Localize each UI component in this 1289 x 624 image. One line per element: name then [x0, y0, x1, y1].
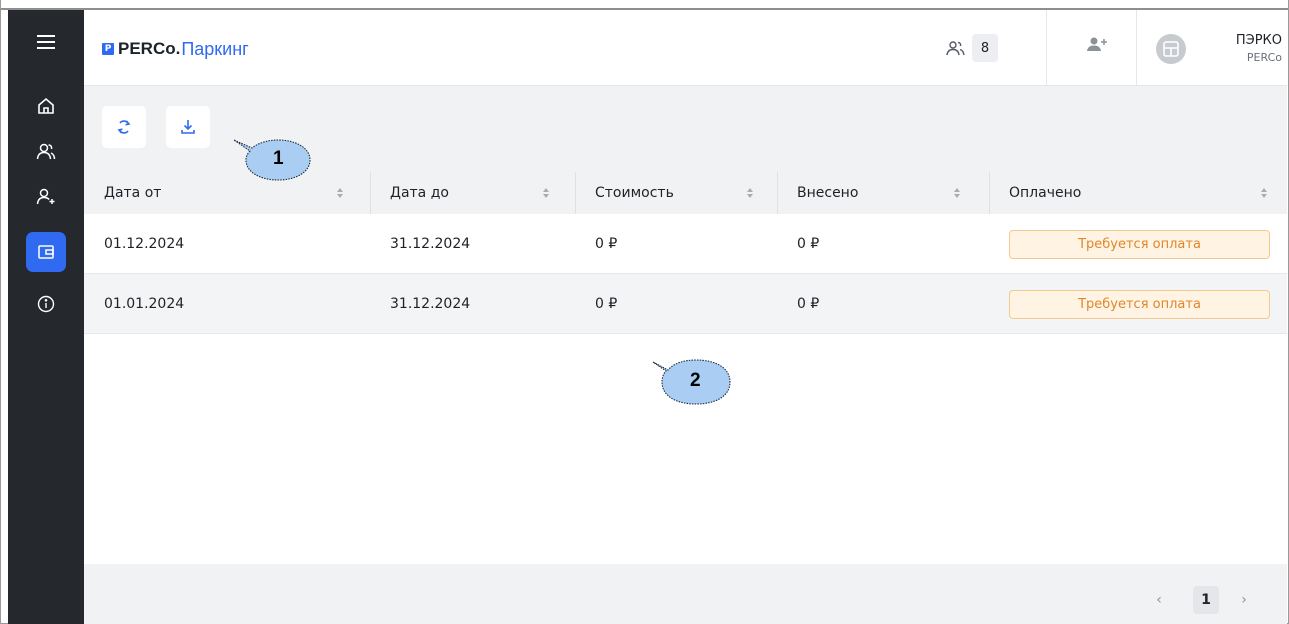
sort-icon[interactable]: [336, 186, 344, 200]
cell-cost: 0 ₽: [595, 296, 618, 312]
column-header-paid[interactable]: Оплачено: [1009, 172, 1081, 214]
sidebar-item-wallet[interactable]: [26, 232, 66, 272]
online-count-badge: 8: [972, 34, 998, 62]
refresh-icon: [117, 120, 131, 134]
cell-date-to: 31.12.2024: [390, 296, 471, 312]
logo-product: Паркинг: [181, 38, 249, 59]
user-profile[interactable]: ПЭРКО PERCo: [1156, 30, 1284, 66]
users-icon: [36, 143, 56, 160]
column-header-cost[interactable]: Стоимость: [595, 172, 674, 214]
column-divider: [575, 172, 576, 214]
info-icon: [37, 295, 55, 313]
next-page-button[interactable]: ›: [1237, 586, 1251, 614]
refresh-button[interactable]: [102, 106, 146, 148]
column-header-paid-in[interactable]: Внесено: [797, 172, 858, 214]
page-1-button[interactable]: 1: [1193, 586, 1219, 614]
table-row[interactable]: 01.01.2024 31.12.2024 0 ₽ 0 ₽ Требуется …: [84, 274, 1287, 334]
sidebar-item-home[interactable]: [26, 86, 66, 126]
users-icon: [946, 41, 965, 56]
download-button[interactable]: [166, 106, 210, 148]
add-user-button[interactable]: [1086, 36, 1108, 56]
header-divider: [1136, 10, 1137, 86]
pagination-bar: ‹ 1 ›: [84, 564, 1287, 624]
sort-icon[interactable]: [746, 186, 754, 200]
column-divider: [370, 172, 371, 214]
sort-icon[interactable]: [1260, 186, 1268, 200]
user-add-icon: [1087, 37, 1107, 51]
home-icon: [38, 97, 54, 114]
online-users[interactable]: 8: [946, 32, 998, 64]
table-row[interactable]: 01.12.2024 31.12.2024 0 ₽ 0 ₽ Требуется …: [84, 214, 1287, 274]
cell-paid-in: 0 ₽: [797, 236, 820, 252]
app-header: P PERCo. Паркинг 8 ПЭРКО PERCo: [84, 10, 1287, 86]
header-divider: [1046, 10, 1047, 86]
cell-date-to: 31.12.2024: [390, 236, 471, 252]
user-org: PERCo: [1246, 51, 1282, 64]
sidebar-item-user-add[interactable]: [26, 176, 66, 216]
sort-icon[interactable]: [953, 186, 961, 200]
callout-2-number: 2: [690, 370, 701, 391]
user-add-icon: [36, 188, 55, 205]
user-name: ПЭРКО: [1235, 33, 1282, 48]
logo-mark: P: [102, 43, 114, 55]
menu-icon: [37, 35, 55, 49]
download-icon: [181, 120, 195, 134]
status-badge: Требуется оплата: [1009, 230, 1270, 259]
column-header-date-from[interactable]: Дата от: [104, 172, 161, 214]
avatar-icon: [1163, 41, 1179, 57]
cell-cost: 0 ₽: [595, 236, 618, 252]
column-header-date-to[interactable]: Дата до: [390, 172, 449, 214]
status-badge: Требуется оплата: [1009, 290, 1270, 319]
avatar: [1156, 34, 1186, 64]
wallet-icon: [38, 245, 54, 259]
sidebar-item-users[interactable]: [26, 131, 66, 171]
logo-brand: PERCo.: [118, 39, 181, 58]
column-divider: [989, 172, 990, 214]
sort-icon[interactable]: [542, 186, 550, 200]
callout-1-number: 1: [273, 148, 284, 169]
sidebar: [8, 10, 84, 624]
cell-paid-in: 0 ₽: [797, 296, 820, 312]
menu-button[interactable]: [26, 22, 66, 62]
app-logo[interactable]: P PERCo. Паркинг: [102, 38, 249, 60]
column-divider: [777, 172, 778, 214]
cell-date-from: 01.12.2024: [104, 236, 185, 252]
sidebar-item-info[interactable]: [26, 284, 66, 324]
cell-date-from: 01.01.2024: [104, 296, 185, 312]
prev-page-button[interactable]: ‹: [1152, 586, 1166, 614]
